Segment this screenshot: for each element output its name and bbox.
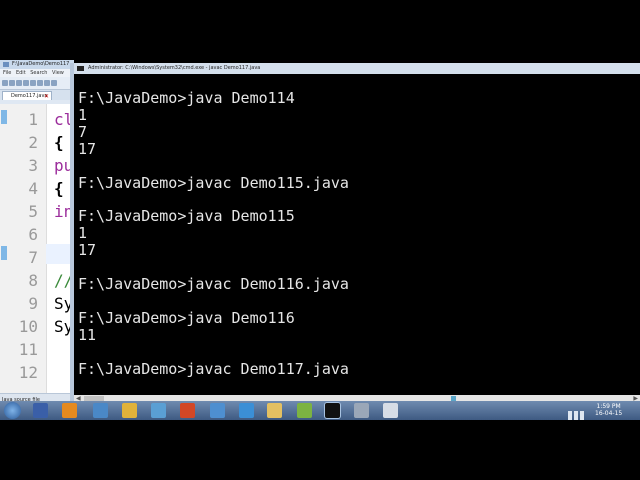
editor-window-title: F:\JavaDemo\Demo117 — [12, 61, 70, 67]
line-number: 4 — [28, 179, 38, 198]
copy-icon[interactable] — [51, 80, 57, 86]
network-status-icon[interactable] — [568, 411, 572, 420]
close-icon[interactable]: ✕ — [44, 92, 49, 101]
close-file-icon[interactable] — [30, 80, 36, 86]
line-number: 6 — [28, 225, 38, 244]
system-tray[interactable] — [568, 405, 588, 420]
cmd-window-title: Administrator: C:\Windows\System32\cmd.e… — [88, 65, 261, 71]
clock-time: 1:59 PM — [596, 403, 621, 410]
line-number: 8 — [28, 271, 38, 290]
editor-tab-bar: Demo117.java ✕ — [0, 90, 74, 100]
computer-icon[interactable] — [93, 403, 108, 418]
menu-file[interactable]: File — [3, 70, 11, 76]
tab-label: Demo117.java — [11, 93, 48, 99]
editor-window[interactable]: F:\JavaDemo\Demo117 File Edit Search Vie… — [0, 60, 74, 405]
action-center-icon[interactable] — [580, 411, 584, 420]
chrome-icon[interactable] — [122, 403, 137, 418]
line-number: 11 — [18, 340, 38, 359]
video-player-icon[interactable] — [383, 403, 398, 418]
console-output[interactable]: F:\JavaDemo>java Demo114 1 7 17 F:\JavaD… — [78, 90, 349, 377]
line-number: 2 — [28, 133, 38, 152]
cmd-title-bar[interactable]: Administrator: C:\Windows\System32\cmd.e… — [74, 63, 640, 74]
volume-icon[interactable] — [574, 411, 578, 420]
open-file-icon[interactable] — [9, 80, 15, 86]
editor-title-bar[interactable]: F:\JavaDemo\Demo117 — [0, 60, 74, 69]
menu-edit[interactable]: Edit — [16, 70, 26, 76]
command-prompt-icon[interactable] — [325, 403, 340, 418]
taskbar: 1:59 PM 16-04-15 — [0, 401, 640, 420]
browser-globe-icon[interactable] — [239, 403, 254, 418]
editor-app-icon — [3, 62, 9, 67]
line-number: 9 — [28, 294, 38, 313]
code-line: { — [54, 179, 64, 198]
editor-text-area[interactable]: 1 2 3 4 5 6 7 8 9 10 11 12 cl { pu { in … — [0, 104, 74, 394]
editor-toolbar — [0, 77, 74, 90]
folder-icon[interactable] — [267, 403, 282, 418]
editor-menu-bar: File Edit Search View — [0, 69, 74, 77]
network-icon[interactable] — [151, 403, 166, 418]
line-number: 10 — [18, 317, 38, 336]
powerpoint-icon[interactable] — [180, 403, 195, 418]
clock-date: 16-04-15 — [595, 410, 623, 417]
save-icon[interactable] — [16, 80, 22, 86]
media-player-icon[interactable] — [62, 403, 77, 418]
save-all-icon[interactable] — [23, 80, 29, 86]
tab-demo117[interactable]: Demo117.java ✕ — [2, 91, 52, 100]
photo-viewer-icon[interactable] — [210, 403, 225, 418]
line-number: 12 — [18, 363, 38, 382]
fold-marker — [1, 110, 7, 124]
line-number: 1 — [28, 110, 38, 129]
line-number: 5 — [28, 202, 38, 221]
cmd-window-icon — [77, 66, 84, 71]
tools-icon[interactable] — [354, 403, 369, 418]
calculator-icon[interactable] — [33, 403, 48, 418]
cut-icon[interactable] — [44, 80, 50, 86]
windows-start-icon[interactable] — [4, 402, 21, 419]
fold-marker — [1, 246, 7, 260]
line-number: 7 — [28, 248, 38, 267]
command-prompt-window[interactable]: Administrator: C:\Windows\System32\cmd.e… — [70, 63, 640, 403]
line-number: 3 — [28, 156, 38, 175]
taskbar-clock[interactable]: 1:59 PM 16-04-15 — [595, 403, 622, 417]
menu-search[interactable]: Search — [30, 70, 47, 76]
code-line: { — [54, 133, 64, 152]
desktop-screen: F:\JavaDemo\Demo117 File Edit Search Vie… — [0, 60, 640, 420]
print-icon[interactable] — [37, 80, 43, 86]
notepad-plus-icon[interactable] — [297, 403, 312, 418]
menu-view[interactable]: View — [52, 70, 64, 76]
new-file-icon[interactable] — [2, 80, 8, 86]
